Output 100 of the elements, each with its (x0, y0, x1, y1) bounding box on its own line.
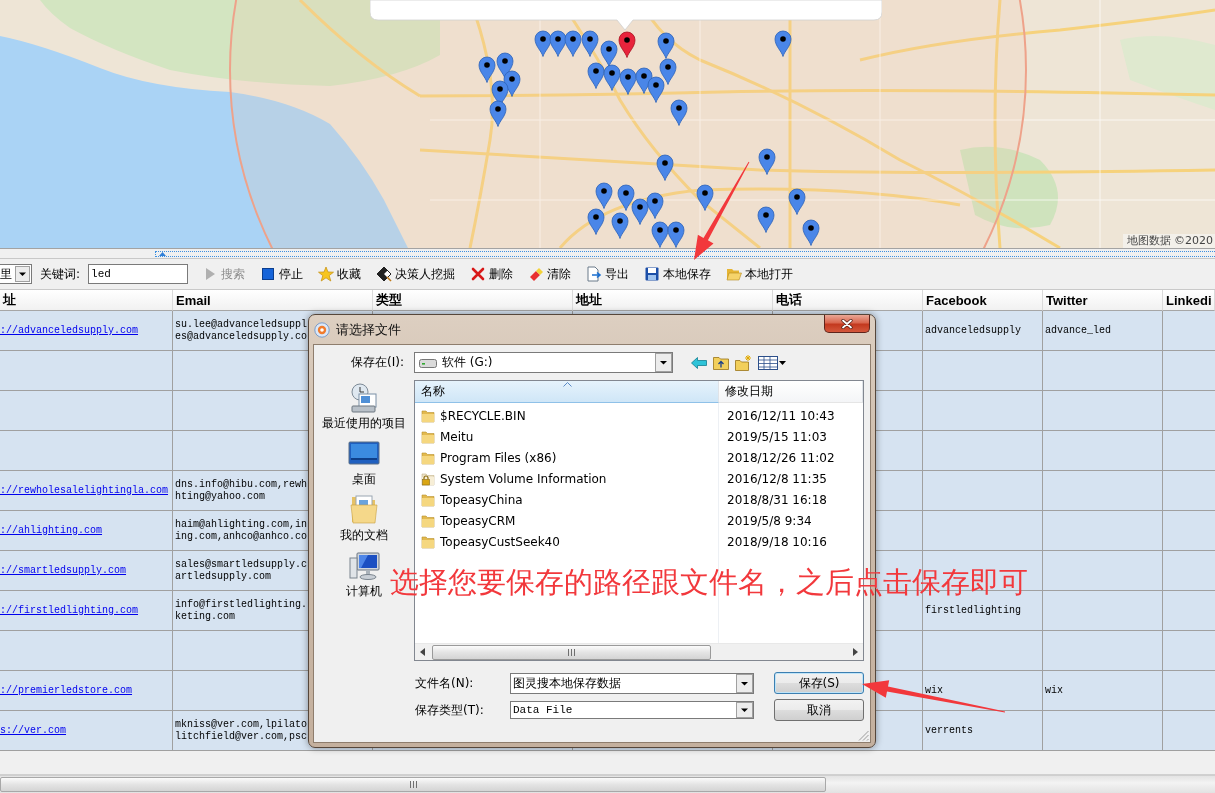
horizontal-scrollbar[interactable] (0, 775, 1215, 793)
documents-folder-icon (348, 494, 380, 526)
map-pin-icon[interactable] (618, 31, 636, 58)
folder-icon (421, 534, 435, 549)
scrollbar-thumb[interactable] (0, 777, 826, 792)
file-date: 2016/12/11 10:43 (726, 408, 835, 423)
file-name-field[interactable]: 图灵搜本地保存数据 (510, 672, 754, 694)
table-cell: advanceledsupply (925, 325, 1021, 337)
column-header: Email (173, 290, 373, 311)
place-item[interactable]: 桌面 (348, 438, 380, 486)
website-link[interactable]: ://smartledsupply.com (0, 565, 127, 577)
map-pin-icon[interactable] (489, 100, 507, 127)
map-pin-icon[interactable] (534, 30, 552, 57)
column-header: Linkedi (1163, 290, 1215, 311)
table-cell: info@firstledlighting. keting.com (175, 599, 308, 623)
folder-icon (421, 429, 435, 444)
map-pin-icon[interactable] (581, 30, 599, 57)
horizontal-scrollbar[interactable] (415, 643, 863, 660)
file-name[interactable]: TopeasyChina (440, 492, 523, 507)
map-pin-icon[interactable] (651, 221, 669, 248)
map-pin-icon[interactable] (595, 182, 613, 209)
file-name[interactable]: Program Files (x86) (440, 450, 557, 465)
save-local-button[interactable]: 本地保存 (642, 263, 714, 285)
map-pin-icon[interactable] (667, 221, 685, 248)
website-link[interactable]: ://firstledlighting.com (0, 605, 139, 617)
file-type-dropdown[interactable]: Data File (510, 701, 754, 719)
column-header[interactable]: 修改日期 (719, 381, 863, 403)
back-arrow-icon[interactable] (691, 356, 707, 369)
map-pin-icon[interactable] (478, 56, 496, 83)
dropdown[interactable]: 里 (0, 264, 32, 284)
dialog-button[interactable]: 保存(S) (774, 672, 864, 694)
map-pin-icon[interactable] (646, 192, 664, 219)
map-pin-icon[interactable] (758, 148, 776, 175)
keyword-field[interactable]: led (88, 264, 189, 284)
website-link[interactable]: s://ver.com (0, 725, 66, 737)
place-item[interactable]: 最近使用的项目 (322, 382, 406, 430)
map-pin-icon[interactable] (635, 67, 653, 94)
map-pin-icon[interactable] (549, 30, 567, 57)
file-name[interactable]: TopeasyCRM (440, 513, 516, 528)
map-pin-icon[interactable] (496, 52, 514, 79)
map-pin-icon[interactable] (564, 30, 582, 57)
map-pin-icon[interactable] (788, 188, 806, 215)
map-pin-icon[interactable] (656, 154, 674, 181)
clock-documents-icon (348, 382, 380, 414)
map-pin-icon[interactable] (647, 76, 665, 103)
scroll-right-arrow-icon[interactable] (853, 648, 858, 656)
map-pin-icon[interactable] (774, 30, 792, 57)
website-link[interactable]: ://premierledstore.com (0, 685, 133, 697)
file-name[interactable]: TopeasyCustSeek40 (440, 534, 560, 549)
open-local-button[interactable]: 本地打开 (724, 263, 796, 285)
map-pin-icon[interactable] (611, 212, 629, 239)
scroll-left-arrow-icon[interactable] (420, 648, 425, 656)
open-folder-icon (726, 266, 743, 282)
cross-icon (470, 266, 487, 282)
map-pin-icon[interactable] (619, 68, 637, 95)
export-button[interactable]: 导出 (584, 263, 632, 285)
resize-grip-icon[interactable] (858, 730, 869, 741)
map-pin-icon[interactable] (587, 208, 605, 235)
map-pin-icon[interactable] (503, 70, 521, 97)
website-link[interactable]: ://ahlighting.com (0, 525, 103, 537)
map-pin-icon[interactable] (603, 64, 621, 91)
table-cell: wix (1045, 685, 1063, 697)
decision-maker-button[interactable]: 决策人挖掘 (374, 263, 458, 285)
map-pin-icon[interactable] (670, 99, 688, 126)
location-dropdown[interactable]: 软件 (G:) (414, 352, 673, 373)
website-link[interactable]: ://rewholesalelightingla.com (0, 485, 169, 497)
scrollbar-thumb[interactable] (432, 644, 711, 660)
eraser-icon (528, 266, 545, 282)
dialog-button[interactable]: 取消 (774, 699, 864, 721)
map-pin-icon[interactable] (757, 206, 775, 233)
table-cell: verrents (925, 725, 973, 737)
map-pin-icon[interactable] (600, 40, 618, 67)
map-pin-icon[interactable] (659, 58, 677, 85)
file-name[interactable]: Meitu (440, 429, 474, 444)
column-header: 电话 (773, 290, 923, 311)
close-button[interactable] (824, 315, 870, 333)
map-pin-icon[interactable] (587, 62, 605, 89)
folder-up-icon[interactable] (713, 355, 729, 370)
collapse-arrow-icon[interactable] (159, 251, 166, 256)
delete-button[interactable]: 删除 (468, 263, 516, 285)
map-pin-icon[interactable] (617, 184, 635, 211)
computer-icon (348, 550, 380, 582)
column-header[interactable]: 名称 (415, 381, 719, 403)
map-pin-icon[interactable] (657, 32, 675, 59)
place-item[interactable]: 我的文档 (340, 494, 388, 542)
folder-icon (421, 450, 435, 465)
clear-button[interactable]: 清除 (526, 263, 574, 285)
file-name[interactable]: System Volume Information (440, 471, 607, 486)
website-link[interactable]: ://advanceledsupply.com (0, 325, 139, 337)
stop-button[interactable]: 停止 (258, 263, 306, 285)
map-pin-icon[interactable] (631, 198, 649, 225)
new-folder-icon[interactable] (735, 354, 752, 371)
caret-icon (655, 353, 672, 372)
file-name[interactable]: $RECYCLE.BIN (440, 408, 526, 423)
map-pin-icon[interactable] (696, 184, 714, 211)
locked-folder-icon (421, 471, 435, 486)
map-pin-icon[interactable] (802, 219, 820, 246)
view-menu-icon[interactable] (758, 355, 786, 370)
place-item[interactable]: 计算机 (346, 550, 382, 598)
favorite-button[interactable]: 收藏 (316, 263, 364, 285)
